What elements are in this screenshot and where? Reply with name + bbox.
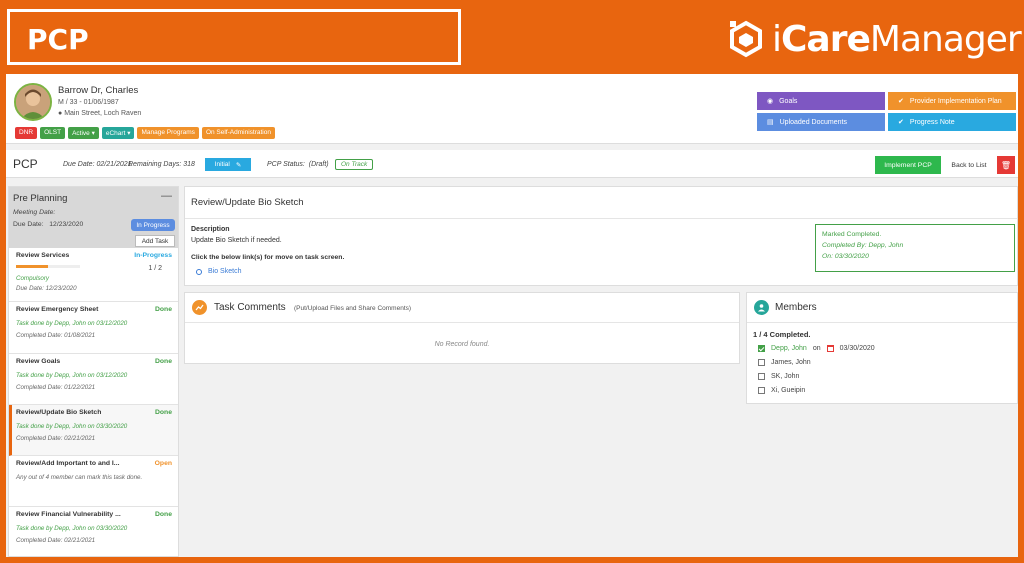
delete-button[interactable]: 🗑 xyxy=(997,156,1015,174)
check-icon: ✔ xyxy=(898,98,904,105)
avatar xyxy=(14,83,52,121)
task-detail-title: Review/Update Bio Sketch xyxy=(191,197,304,208)
member-row: Depp, John on 03/30/2020 xyxy=(758,345,875,352)
badge-active[interactable]: Active ▾ xyxy=(68,127,99,139)
pcp-remaining-days: Remaining Days: 318 xyxy=(128,161,195,168)
task-comments-subtitle[interactable]: (Put/Upload Files and Share Comments) xyxy=(294,305,411,312)
badge-olst[interactable]: OLST xyxy=(40,127,66,139)
banner-title: PCP xyxy=(27,23,89,56)
implement-pcp-button[interactable]: Implement PCP xyxy=(875,156,941,174)
brand-name: iCareManager xyxy=(772,18,1022,60)
user-icon xyxy=(754,300,769,315)
banner-title-box: PCP xyxy=(7,9,461,65)
pcp-title: PCP xyxy=(13,157,38,171)
task-progress-fill xyxy=(16,265,48,268)
pre-planning-panel: Pre Planning — Meeting Date: Due Date: 1… xyxy=(8,186,179,557)
task-item[interactable]: Review Services In-Progress 1 / 2 Compul… xyxy=(9,248,178,302)
status-badge: On Track xyxy=(335,159,374,170)
member-checkbox[interactable] xyxy=(758,387,765,394)
task-item[interactable]: Review Financial Vulnerability ... Done … xyxy=(9,507,178,556)
caret-down-icon: ▾ xyxy=(91,130,95,137)
target-icon: ◉ xyxy=(767,98,774,105)
collapse-icon[interactable]: — xyxy=(161,190,172,202)
task-item-active[interactable]: Review/Update Bio Sketch Done Task done … xyxy=(9,405,178,456)
initial-edit-button[interactable]: Initial ✎ xyxy=(205,158,251,171)
member-row: Xi, Gueipin xyxy=(758,387,805,394)
provider-implementation-plan-button[interactable]: ✔ Provider Implementation Plan xyxy=(888,92,1016,110)
patient-name[interactable]: Barrow Dr, Charles xyxy=(58,85,138,96)
logo-icon xyxy=(730,20,762,58)
location-pin-icon: ● xyxy=(58,110,63,117)
badge-dnr[interactable]: DNR xyxy=(15,127,38,139)
calendar-icon xyxy=(826,345,834,352)
bio-sketch-link[interactable]: Bio Sketch xyxy=(196,268,241,275)
avatar-icon xyxy=(16,85,50,119)
description-text: Update Bio Sketch if needed. xyxy=(191,237,282,244)
empty-state: No Record found. xyxy=(434,341,490,348)
goals-button[interactable]: ◉ Goals xyxy=(757,92,885,110)
uploaded-documents-button[interactable]: ▤ Uploaded Documents xyxy=(757,113,885,131)
pre-planning-header: Pre Planning — Meeting Date: Due Date: 1… xyxy=(9,187,178,248)
link-hint: Click the below link(s) for move on task… xyxy=(191,254,345,261)
divider xyxy=(747,322,1017,323)
brand-logo: iCareManager xyxy=(726,14,1022,64)
patient-address: ● Main Street, Loch Raven xyxy=(58,110,142,117)
progress-note-button[interactable]: ✔ Progress Note xyxy=(888,113,1016,131)
member-checkbox[interactable] xyxy=(758,345,765,352)
member-checkbox[interactable] xyxy=(758,359,765,366)
badge-echart[interactable]: eChart ▾ xyxy=(101,127,135,139)
pre-planning-title: Pre Planning xyxy=(13,193,68,204)
description-label: Description xyxy=(191,226,230,233)
patient-header: Barrow Dr, Charles M / 33 - 01/06/1987 ●… xyxy=(6,74,1018,144)
edit-icon: ✎ xyxy=(235,161,242,169)
document-icon: ▤ xyxy=(767,119,774,126)
self-administration-button[interactable]: On Self-Administration xyxy=(201,127,275,139)
check-icon: ✔ xyxy=(898,119,904,126)
circle-icon xyxy=(196,268,202,275)
task-progress-bar xyxy=(16,265,80,268)
task-item[interactable]: Review Goals Done Task done by Depp, Joh… xyxy=(9,354,178,405)
pcp-due-date: Due Date: 02/21/2021 xyxy=(63,161,132,168)
patient-meta: M / 33 - 01/06/1987 xyxy=(58,99,119,106)
member-checkbox[interactable] xyxy=(758,373,765,380)
member-row: SK, John xyxy=(758,373,799,380)
pre-planning-due-date: Due Date: 12/23/2020 xyxy=(13,221,84,228)
members-completed-count: 1 / 4 Completed. xyxy=(753,330,811,339)
manage-programs-button[interactable]: Manage Programs xyxy=(137,127,199,139)
chart-trend-icon xyxy=(192,300,207,315)
caret-down-icon: ▾ xyxy=(127,130,131,137)
app-window: Barrow Dr, Charles M / 33 - 01/06/1987 ●… xyxy=(6,74,1018,557)
completion-box: Marked Completed. Completed By: Depp, Jo… xyxy=(815,224,1015,272)
divider xyxy=(185,322,739,323)
trash-icon: 🗑 xyxy=(1000,160,1012,170)
add-task-button[interactable]: Add Task xyxy=(135,235,175,247)
pcp-toolbar: PCP Due Date: 02/21/2021 Remaining Days:… xyxy=(6,150,1018,178)
divider xyxy=(185,218,1017,219)
member-row: James, John xyxy=(758,359,811,366)
meeting-date: Meeting Date: xyxy=(13,209,56,216)
members-title: Members xyxy=(775,302,817,313)
task-comments-card: Task Comments (Put/Upload Files and Shar… xyxy=(184,292,740,364)
pre-planning-status-badge: In Progress xyxy=(131,219,175,231)
task-item[interactable]: Review Emergency Sheet Done Task done by… xyxy=(9,302,178,354)
task-detail-card: Review/Update Bio Sketch Description Upd… xyxy=(184,186,1018,286)
patient-badges: DNR OLST Active ▾ eChart ▾ Manage Progra… xyxy=(15,127,275,139)
pcp-status: PCP Status: (Draft) xyxy=(267,161,329,168)
members-card: Members 1 / 4 Completed. Depp, John on 0… xyxy=(746,292,1018,404)
task-item[interactable]: Review/Add Important to and I... Open An… xyxy=(9,456,178,507)
task-comments-title: Task Comments xyxy=(214,302,286,313)
back-to-list-button[interactable]: Back to List xyxy=(943,156,995,174)
